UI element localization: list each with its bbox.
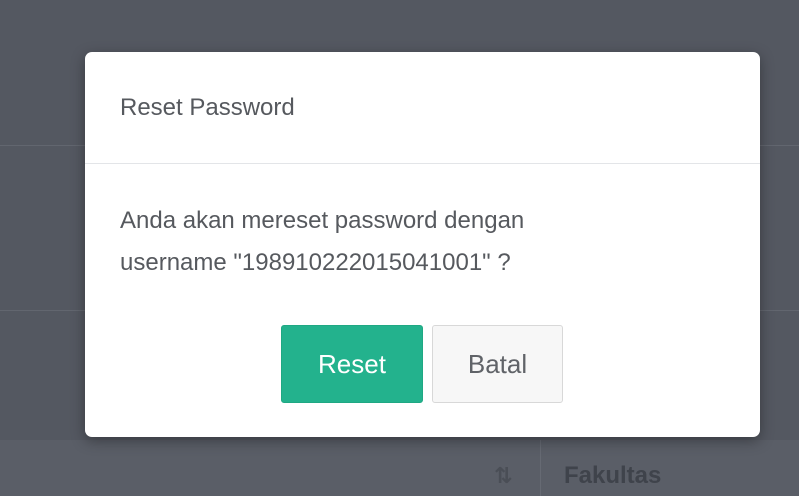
dialog-title: Reset Password <box>120 93 295 121</box>
dialog-message: Anda akan mereset password dengan userna… <box>120 200 725 284</box>
cancel-button[interactable]: Batal <box>432 325 563 403</box>
sort-icon: ⇅ <box>494 463 513 488</box>
dialog-body: Anda akan mereset password dengan userna… <box>85 164 760 284</box>
reset-button[interactable]: Reset <box>281 325 423 403</box>
background-column-header: Fakultas <box>564 462 662 489</box>
dialog-header: Reset Password <box>85 52 760 164</box>
reset-password-dialog: Reset Password Anda akan mereset passwor… <box>85 52 760 437</box>
background-column-separator <box>540 440 541 496</box>
dialog-actions: Reset Batal <box>281 325 563 403</box>
background-table-header <box>0 440 799 496</box>
dialog-message-line-1: Anda akan mereset password dengan <box>120 207 525 234</box>
dialog-message-line-2: username "198910222015041001" ? <box>120 249 511 276</box>
